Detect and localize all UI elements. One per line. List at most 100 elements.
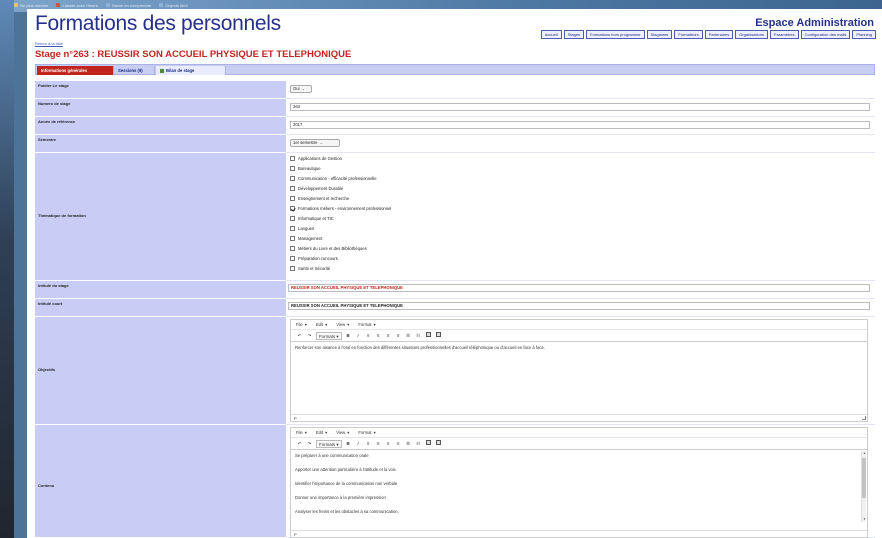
- desktop-background: [0, 0, 14, 538]
- undo-icon[interactable]: ↶: [296, 440, 303, 448]
- formats-dropdown[interactable]: Formats ▾: [316, 331, 342, 340]
- menu-format[interactable]: Format: [358, 322, 371, 327]
- align-center-icon[interactable]: ≡: [375, 440, 382, 448]
- align-right-icon[interactable]: ≡: [385, 332, 392, 340]
- align-justify-icon[interactable]: ≡: [395, 440, 402, 448]
- checkbox[interactable]: [290, 166, 295, 171]
- undo-icon[interactable]: ↶: [296, 332, 303, 340]
- bullet-list-icon[interactable]: ☰: [405, 332, 412, 340]
- checkbox[interactable]: [290, 176, 295, 181]
- numero-input[interactable]: 263: [290, 103, 870, 111]
- indent-icon[interactable]: [435, 331, 442, 340]
- redo-icon[interactable]: ↷: [306, 332, 313, 340]
- thematique-option[interactable]: Préparation concours: [290, 256, 338, 261]
- thematique-option[interactable]: Applications de Gestion: [290, 156, 342, 161]
- menu-view[interactable]: View: [336, 430, 345, 435]
- bookmark[interactable]: Savoir en comprendre: [105, 2, 151, 8]
- outdent-icon[interactable]: [425, 439, 432, 448]
- nav-organisations[interactable]: Organisations: [735, 30, 768, 39]
- bold-button[interactable]: B: [345, 332, 352, 340]
- align-center-icon[interactable]: ≡: [375, 332, 382, 340]
- formats-dropdown[interactable]: Formats ▾: [316, 439, 342, 448]
- redo-icon[interactable]: ↷: [306, 440, 313, 448]
- indent-icon[interactable]: [435, 439, 442, 448]
- bookmark[interactable]: Objects html: [159, 2, 188, 8]
- resize-handle-icon[interactable]: [862, 416, 866, 420]
- thematique-option[interactable]: Développement Durable: [290, 186, 343, 191]
- intitule-court-input[interactable]: REUSSIR SON ACCUEIL PHYSIQUE ET TELEPHON…: [288, 302, 870, 310]
- chevron-down-icon: ▾: [373, 430, 376, 435]
- objectifs-content[interactable]: Renforcer son aisance à l'oral en foncti…: [291, 342, 867, 353]
- chevron-down-icon: ⌄: [301, 86, 306, 91]
- intitule-stage-input[interactable]: REUSSIR SON ACCUEIL PHYSIQUE ET TELEPHON…: [288, 284, 870, 292]
- thematique-option[interactable]: Informatique et TIC: [290, 216, 334, 221]
- checkbox-label: Métiers du Livre et des Bibliothèques: [298, 246, 367, 251]
- numbered-list-icon[interactable]: ☷: [415, 332, 422, 340]
- thematique-option[interactable]: Métiers du Livre et des Bibliothèques: [290, 246, 367, 251]
- thematique-option[interactable]: Santé et Sécurité: [290, 266, 330, 271]
- thematique-option[interactable]: Communication - efficacité professionnel…: [290, 176, 377, 181]
- nav-partenaires[interactable]: Partenaires: [704, 30, 734, 39]
- menu-format[interactable]: Format: [358, 430, 371, 435]
- nav-parametres[interactable]: Paramètres: [769, 30, 799, 39]
- bookmark[interactable]: Laisser avec l'heure: [56, 2, 98, 8]
- editor-toolbar: ↶ ↷ Formats ▾ B I ≡ ≡ ≡ ≡ ☰ ☷: [291, 330, 867, 342]
- checkbox[interactable]: [290, 196, 295, 201]
- bold-button[interactable]: B: [345, 440, 352, 448]
- outdent-icon[interactable]: [425, 331, 432, 340]
- thematique-option[interactable]: Bureautique: [290, 166, 321, 171]
- menu-file[interactable]: File: [296, 430, 303, 435]
- chevron-down-icon: ▾: [304, 322, 307, 327]
- align-justify-icon[interactable]: ≡: [395, 332, 402, 340]
- thematique-option[interactable]: Management: [290, 236, 322, 241]
- align-left-icon[interactable]: ≡: [365, 332, 372, 340]
- checkbox[interactable]: [290, 206, 295, 211]
- thematique-option[interactable]: Langues: [290, 226, 314, 231]
- nav-formateurs[interactable]: Formateurs: [674, 30, 703, 39]
- scrollbar-thumb[interactable]: [862, 458, 866, 498]
- label-numero: Numero de stage: [35, 99, 286, 117]
- checkbox[interactable]: [290, 236, 295, 241]
- label-contenu: Contenu: [35, 425, 286, 538]
- checkbox-label: Langues: [298, 226, 315, 231]
- tab-bilan-de-stage[interactable]: Bilan de stage: [156, 66, 226, 75]
- main-nav: Accueil Stages Formations hors programme…: [540, 30, 876, 39]
- tab-sessions[interactable]: Sessions (9): [114, 66, 155, 75]
- menu-view[interactable]: View: [336, 322, 345, 327]
- checkbox[interactable]: [290, 216, 295, 221]
- tab-informations-generales[interactable]: Informations générales: [37, 66, 114, 75]
- checkbox[interactable]: [290, 266, 295, 271]
- checkbox[interactable]: [290, 186, 295, 191]
- menu-edit[interactable]: Edit: [316, 322, 323, 327]
- nav-formations-hors-programme[interactable]: Formations hors programme: [586, 30, 645, 39]
- scroll-down-icon[interactable]: ▼: [863, 518, 866, 521]
- nav-planning[interactable]: Planning: [852, 30, 876, 39]
- back-link[interactable]: Retour à la liste: [35, 41, 63, 46]
- numbered-list-icon[interactable]: ☷: [415, 440, 422, 448]
- align-right-icon[interactable]: ≡: [385, 440, 392, 448]
- menu-file[interactable]: File: [296, 322, 303, 327]
- editor-toolbar: ↶ ↷ Formats ▾ B I ≡ ≡ ≡ ≡ ☰ ☷: [291, 438, 867, 450]
- nav-configuration-mails[interactable]: Configuration des mails: [800, 30, 851, 39]
- align-left-icon[interactable]: ≡: [365, 440, 372, 448]
- annee-input[interactable]: 2017: [290, 121, 870, 129]
- contenu-content[interactable]: Se préparer à une communication orale App…: [291, 450, 867, 522]
- thematique-option[interactable]: Enseignement et recherche: [290, 196, 349, 201]
- italic-button[interactable]: I: [355, 440, 362, 448]
- semestre-select[interactable]: 1er semestre ⌄: [290, 139, 340, 147]
- checkbox[interactable]: [290, 256, 295, 261]
- scrollbar[interactable]: ▲ ▼: [861, 451, 866, 522]
- bullet-list-icon[interactable]: ☰: [405, 440, 412, 448]
- checkbox[interactable]: [290, 156, 295, 161]
- nav-accueil[interactable]: Accueil: [540, 30, 562, 39]
- checkbox[interactable]: [290, 246, 295, 251]
- scroll-up-icon[interactable]: ▲: [863, 452, 866, 455]
- publier-select[interactable]: Oui ⌄: [290, 85, 312, 93]
- nav-stages[interactable]: Stages: [563, 30, 585, 39]
- thematique-option[interactable]: Formations métiers - environnement profe…: [290, 206, 391, 211]
- menu-edit[interactable]: Edit: [316, 430, 323, 435]
- nav-stagiaires[interactable]: Stagiaires: [646, 30, 673, 39]
- italic-button[interactable]: I: [355, 332, 362, 340]
- bookmark[interactable]: Ne plus montrer: [14, 2, 48, 8]
- checkbox[interactable]: [290, 226, 295, 231]
